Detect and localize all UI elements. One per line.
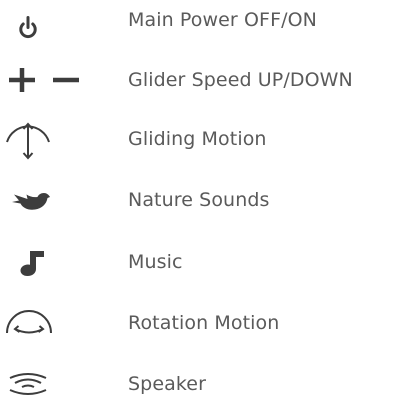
legend-label-speaker: Speaker <box>128 373 206 395</box>
legend-label-nature: Nature Sounds <box>128 189 270 211</box>
plus-minus-icon <box>0 60 90 100</box>
bird-icon <box>0 180 90 220</box>
legend-row-music: Music <box>0 242 394 282</box>
gliding-motion-icon <box>0 119 90 160</box>
music-note-icon <box>0 242 90 282</box>
legend-label-rotation: Rotation Motion <box>128 312 280 334</box>
power-icon <box>0 0 90 40</box>
legend-row-speaker: Speaker <box>0 364 394 404</box>
icon-legend: Main Power OFF/ON Glider Speed UP/DOWN G… <box>0 0 394 397</box>
rotation-motion-icon <box>0 303 90 343</box>
legend-row-gliding: Gliding Motion <box>0 119 394 160</box>
legend-row-rotation: Rotation Motion <box>0 303 394 343</box>
legend-label-speed: Glider Speed UP/DOWN <box>128 69 353 91</box>
legend-row-speed: Glider Speed UP/DOWN <box>0 60 394 100</box>
legend-row-nature: Nature Sounds <box>0 180 394 220</box>
legend-row-power: Main Power OFF/ON <box>0 0 394 40</box>
legend-label-power: Main Power OFF/ON <box>128 9 317 31</box>
legend-label-music: Music <box>128 251 183 273</box>
speaker-icon <box>0 364 90 404</box>
legend-label-gliding: Gliding Motion <box>128 128 267 150</box>
